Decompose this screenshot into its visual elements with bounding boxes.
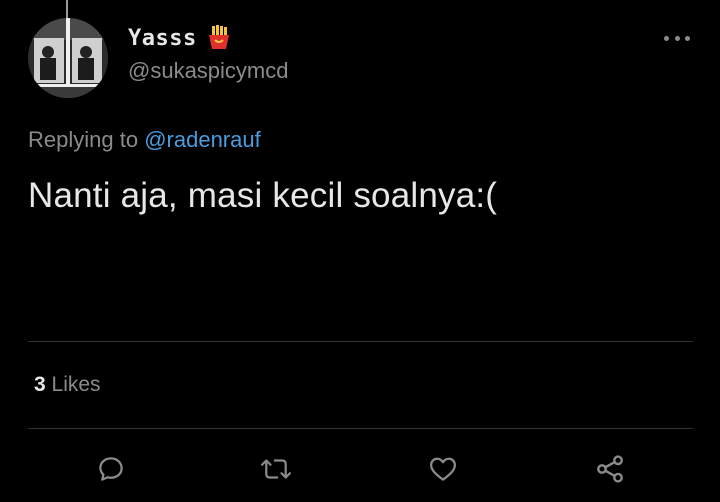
likes-label: Likes	[51, 373, 101, 396]
tweet-card: Yasss @sukaspicymcd Replying to @radenra…	[0, 0, 720, 502]
replying-to: Replying to @radenrauf	[28, 127, 261, 153]
share-icon	[597, 455, 623, 483]
reply-icon	[99, 457, 123, 481]
more-icon[interactable]	[664, 34, 690, 42]
fries-icon	[206, 24, 232, 50]
avatar[interactable]	[28, 18, 108, 98]
like-icon	[430, 457, 456, 481]
share-button[interactable]	[593, 452, 627, 486]
replying-to-link[interactable]: @radenrauf	[144, 127, 261, 152]
more-dot	[685, 35, 690, 41]
likes-stat[interactable]: 3 Likes	[34, 373, 101, 397]
display-name[interactable]: Yasss	[128, 26, 197, 51]
more-dot	[664, 35, 669, 41]
replying-prefix: Replying to	[28, 127, 139, 152]
divider	[28, 341, 693, 342]
retweet-button[interactable]	[259, 452, 293, 486]
like-button[interactable]	[426, 452, 460, 486]
likes-count: 3	[34, 373, 46, 396]
reply-button[interactable]	[94, 452, 128, 486]
divider	[28, 428, 693, 429]
tweet-text: Nanti aja, masi kecil soalnya:(	[28, 176, 498, 215]
retweet-icon	[260, 459, 292, 479]
thread-line	[66, 0, 68, 18]
more-dot	[674, 35, 680, 41]
user-handle[interactable]: @sukaspicymcd	[128, 58, 289, 84]
